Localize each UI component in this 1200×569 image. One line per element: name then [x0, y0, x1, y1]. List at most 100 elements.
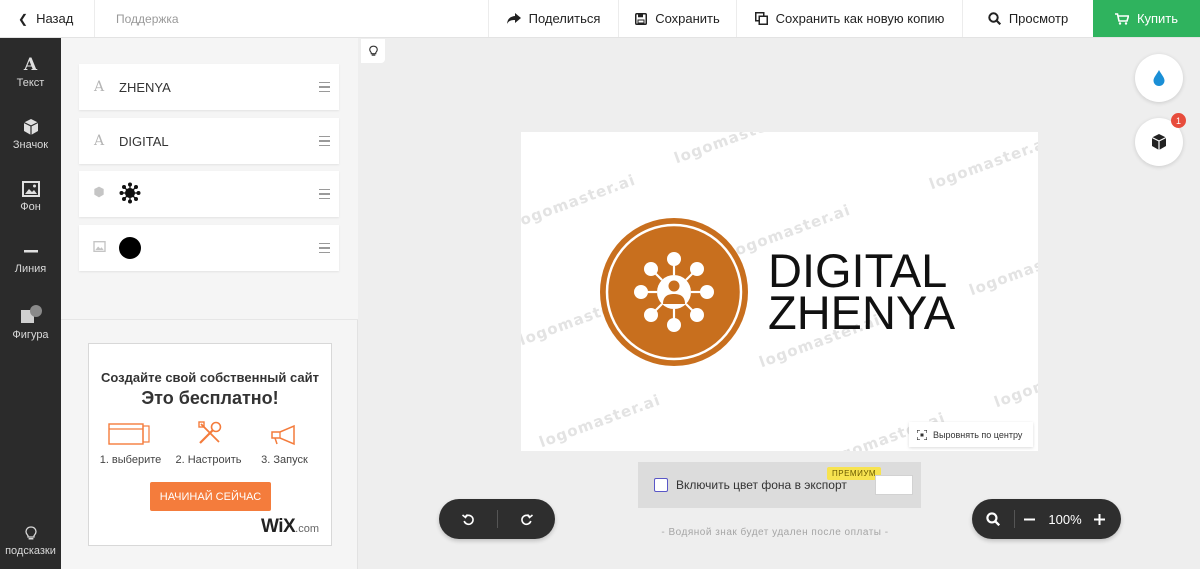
layer-row[interactable]	[79, 171, 339, 217]
ad-title: Создайте свой собственный сайт	[101, 370, 319, 385]
text-layer-icon: A	[93, 133, 105, 149]
redo-icon	[521, 513, 533, 525]
cube-icon	[1151, 134, 1167, 150]
layer-row[interactable]: A DIGITAL	[79, 118, 339, 164]
ad-cta-button[interactable]: НАЧИНАЙ СЕЙЧАС	[150, 482, 271, 511]
image-icon	[79, 240, 119, 256]
cube-icon	[23, 119, 38, 135]
layer-row[interactable]: A ZHENYA	[79, 64, 339, 110]
align-center-icon	[917, 429, 927, 440]
search-icon	[986, 512, 1000, 526]
share-icon	[506, 12, 521, 24]
logo-line-2: ZHENYA	[768, 286, 956, 339]
tool-sidebar: A Текст Значок Фон Линия Фигура подсказк…	[0, 38, 61, 569]
sidebar-item-shape[interactable]: Фигура	[0, 304, 61, 341]
plus-icon	[1093, 513, 1105, 525]
zoom-search-button[interactable]	[972, 512, 1014, 526]
logo-wordmark[interactable]: DIGITAL ZHENYA	[768, 247, 956, 339]
chevron-left-icon: ❮	[18, 11, 29, 26]
share-label: Поделиться	[528, 11, 601, 26]
bg-export-label: Включить цвет фона в экспорт	[676, 478, 847, 492]
logo-canvas[interactable]: logomaster.ai logomaster.ai logomaster.a…	[521, 132, 1038, 451]
sidebar-item-label: Значок	[12, 139, 49, 151]
support-label: Поддержка	[116, 11, 179, 26]
sidebar-item-line[interactable]: Линия	[0, 242, 61, 275]
copy-icon	[754, 12, 768, 25]
sidebar-item-label: Линия	[14, 263, 47, 275]
sidebar-item-background[interactable]: Фон	[0, 180, 61, 213]
lightbulb-icon	[24, 526, 37, 540]
network-person-icon	[119, 182, 309, 207]
floppy-icon	[635, 12, 648, 25]
save-button[interactable]: Сохранить	[618, 0, 736, 37]
browser-window-icon	[108, 423, 150, 445]
text-icon: A	[23, 55, 38, 75]
droplet-icon	[1153, 70, 1165, 86]
zoom-level: 100%	[1048, 511, 1082, 527]
history-controls	[439, 499, 555, 539]
align-center-button[interactable]: Выровнять по центру	[909, 422, 1033, 447]
layer-name: ZHENYA	[119, 79, 171, 95]
wix-logo: WiX.com	[260, 516, 319, 537]
undo-icon	[461, 513, 474, 525]
wix-ad-banner[interactable]: Создайте свой собственный сайт Это беспл…	[88, 343, 332, 546]
support-link[interactable]: Поддержка	[95, 0, 488, 37]
zoom-in-button[interactable]	[1087, 513, 1111, 525]
minus-icon	[1023, 518, 1035, 520]
back-label: Назад	[36, 11, 74, 26]
tools-icon	[198, 421, 222, 444]
save-label: Сохранить	[655, 11, 720, 26]
sidebar-item-icon[interactable]: Значок	[0, 118, 61, 151]
ad-subtitle: Это бесплатно!	[141, 388, 279, 408]
sidebar-item-label: Фигура	[12, 329, 49, 341]
sidebar-item-label: Текст	[16, 77, 45, 89]
bg-export-checkbox[interactable]	[654, 478, 668, 492]
watermark-text: logomaster.ai	[966, 238, 1038, 300]
drag-handle-icon[interactable]	[309, 135, 339, 147]
hints-label: подсказки	[5, 545, 56, 557]
line-icon	[23, 250, 38, 253]
watermark-text: logomaster.ai	[671, 132, 798, 168]
background-swatch	[119, 237, 309, 259]
preview-button[interactable]: Просмотр	[962, 0, 1093, 37]
save-copy-button[interactable]: Сохранить как новую копию	[736, 0, 962, 37]
zoom-controls: 100%	[972, 499, 1121, 539]
align-center-label: Выровнять по центру	[933, 429, 1023, 440]
logo-emblem	[600, 218, 748, 366]
buy-button[interactable]: Купить	[1093, 0, 1200, 37]
lightbulb-icon	[368, 45, 378, 56]
layer-name: DIGITAL	[119, 133, 169, 149]
ad-step: 3. Запуск	[261, 454, 308, 466]
watermark-text: logomaster.ai	[926, 132, 1038, 194]
cart-icon	[1114, 12, 1129, 25]
buy-label: Купить	[1136, 11, 1179, 26]
color-palette-button[interactable]	[1135, 54, 1183, 102]
premium-badge: ПРЕМИУМ	[827, 467, 882, 480]
hints-button[interactable]: подсказки	[0, 526, 61, 557]
sidebar-item-text[interactable]: A Текст	[0, 56, 61, 89]
drag-handle-icon[interactable]	[309, 242, 339, 254]
preview-label: Просмотр	[1008, 11, 1069, 26]
drag-handle-icon[interactable]	[309, 188, 339, 200]
zoom-out-button[interactable]	[1015, 514, 1043, 525]
watermark-note: - Водяной знак будет удален после оплаты…	[661, 527, 889, 538]
layer-row[interactable]	[79, 225, 339, 271]
layers-list: A ZHENYA A DIGITAL	[61, 38, 358, 320]
tips-toggle[interactable]	[361, 39, 385, 63]
ad-step: 2. Настроить	[175, 454, 242, 466]
redo-button[interactable]	[498, 513, 555, 526]
save-copy-label: Сохранить как новую копию	[775, 11, 945, 26]
back-button[interactable]: ❮ Назад	[0, 0, 95, 37]
cube-icon	[79, 186, 119, 202]
shape-icon	[20, 305, 42, 323]
bg-color-swatch[interactable]	[875, 475, 913, 495]
undo-button[interactable]	[439, 513, 497, 526]
drag-handle-icon[interactable]	[309, 81, 339, 93]
search-icon	[988, 12, 1001, 25]
share-button[interactable]: Поделиться	[488, 0, 618, 37]
sidebar-item-label: Фон	[20, 201, 41, 213]
ad-step: 1. выберите	[99, 454, 162, 466]
notification-badge: 1	[1171, 113, 1186, 128]
text-layer-icon: A	[93, 79, 105, 95]
watermark-text: logomaster.ai	[991, 350, 1038, 412]
